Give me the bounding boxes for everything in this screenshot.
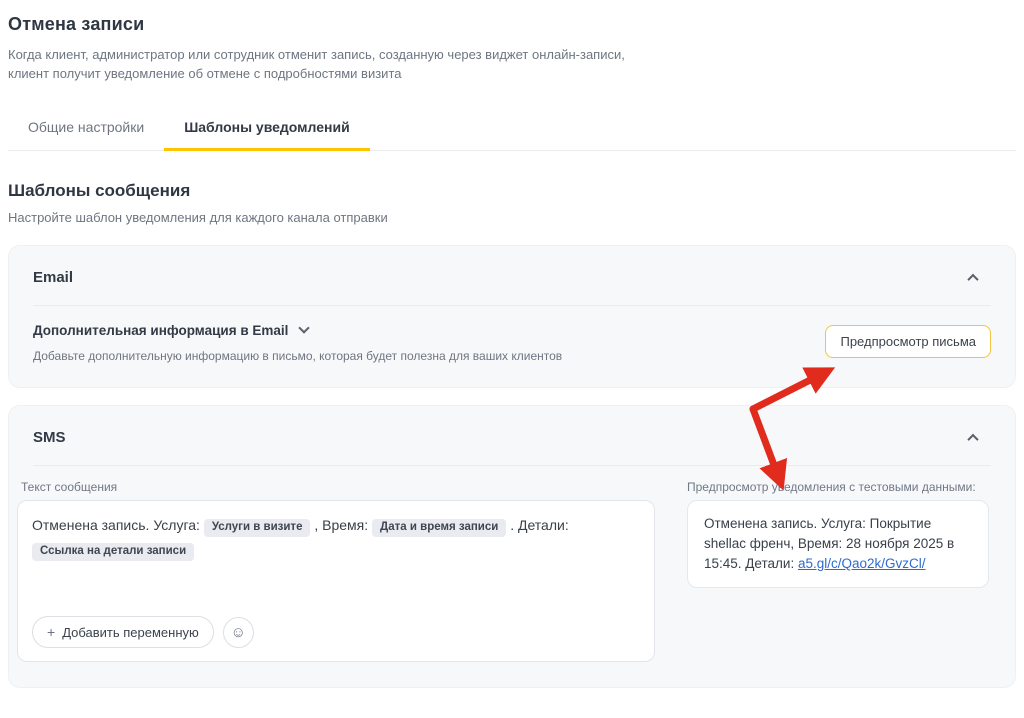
email-extra-info-row[interactable]: Дополнительная информация в Email xyxy=(33,323,562,338)
sms-template-card: SMS Текст сообщения Отменена запись. Усл… xyxy=(8,405,1016,688)
add-variable-button[interactable]: + Добавить переменную xyxy=(32,616,214,648)
plus-icon: + xyxy=(47,624,55,640)
add-variable-label: Добавить переменную xyxy=(62,625,199,640)
sms-card-header[interactable]: SMS xyxy=(9,406,1015,465)
sms-editor-column: Текст сообщения Отменена запись. Услуга:… xyxy=(17,480,655,662)
email-extra-info-block: Дополнительная информация в Email Добавь… xyxy=(33,323,562,363)
page-description-line2: клиент получит уведомление об отмене с п… xyxy=(8,64,1016,83)
chevron-down-icon[interactable] xyxy=(299,322,310,333)
sms-msg-part3: . Детали: xyxy=(510,517,569,533)
section-subtitle: Настройте шаблон уведомления для каждого… xyxy=(8,210,1016,225)
variable-chip-details-link[interactable]: Ссылка на детали записи xyxy=(32,543,194,561)
email-card-header[interactable]: Email xyxy=(9,246,1015,305)
sms-preview-column: Предпросмотр уведомления с тестовыми дан… xyxy=(687,480,989,662)
sms-message-editor[interactable]: Отменена запись. Услуга: Услуги в визите… xyxy=(17,500,655,662)
editor-actions: + Добавить переменную ☺ xyxy=(32,616,254,648)
sms-preview-label: Предпросмотр уведомления с тестовыми дан… xyxy=(687,480,989,494)
page-description-line1: Когда клиент, администратор или сотрудни… xyxy=(8,45,1016,64)
chevron-up-icon[interactable] xyxy=(967,433,978,444)
tab-notification-templates[interactable]: Шаблоны уведомлений xyxy=(164,109,369,151)
section-title: Шаблоны сообщения xyxy=(8,181,1016,201)
email-extra-info-title: Дополнительная информация в Email xyxy=(33,323,288,338)
email-card-title: Email xyxy=(33,269,73,286)
chevron-up-icon[interactable] xyxy=(967,273,978,284)
variable-chip-service[interactable]: Услуги в визите xyxy=(204,519,311,537)
emoji-picker-button[interactable]: ☺ xyxy=(223,617,254,648)
settings-page: Отмена записи Когда клиент, администрато… xyxy=(0,0,1024,688)
sms-editor-label: Текст сообщения xyxy=(21,480,655,494)
sms-msg-part2: , Время: xyxy=(314,517,368,533)
variable-chip-datetime[interactable]: Дата и время записи xyxy=(372,519,506,537)
sms-card-body: Текст сообщения Отменена запись. Услуга:… xyxy=(9,466,1015,686)
tab-bar: Общие настройки Шаблоны уведомлений xyxy=(8,109,1016,151)
tab-general-settings[interactable]: Общие настройки xyxy=(8,109,164,151)
page-title: Отмена записи xyxy=(8,14,1016,35)
email-extra-info-description: Добавьте дополнительную информацию в пис… xyxy=(33,349,562,363)
email-template-card: Email Дополнительная информация в Email … xyxy=(8,245,1016,388)
smiley-icon: ☺ xyxy=(231,624,246,641)
sms-preview-link[interactable]: a5.gl/c/Qao2k/GvzCl/ xyxy=(798,556,926,571)
email-card-body: Дополнительная информация в Email Добавь… xyxy=(9,306,1015,387)
sms-msg-part1: Отменена запись. Услуга: xyxy=(32,517,200,533)
sms-preview-box: Отменена запись. Услуга: Покрытие shella… xyxy=(687,500,989,588)
sms-card-title: SMS xyxy=(33,429,66,446)
email-preview-button[interactable]: Предпросмотр письма xyxy=(825,325,991,358)
page-description: Когда клиент, администратор или сотрудни… xyxy=(8,45,1016,83)
sms-message-text: Отменена запись. Услуга: Услуги в визите… xyxy=(32,513,640,561)
